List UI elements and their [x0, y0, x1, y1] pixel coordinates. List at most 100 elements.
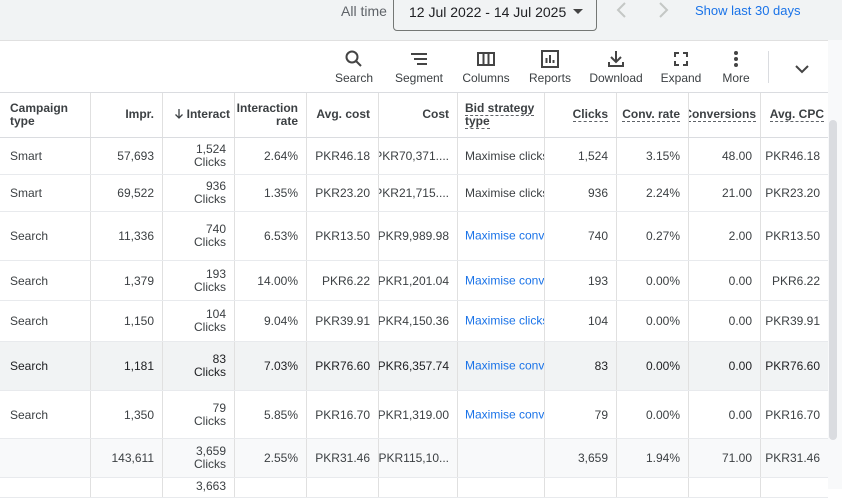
cell-bid-strategy: Maximise conversions [458, 212, 545, 260]
cell-value: Search [10, 229, 49, 243]
scrollbar-thumb[interactable] [829, 120, 837, 440]
cell-interactions: 193 Clicks [163, 261, 235, 300]
cell-campaign-type: Smart [0, 138, 91, 174]
reports-icon [541, 50, 559, 68]
cell-value: PKR46.18 [315, 149, 370, 163]
header-avg-cpc[interactable]: Avg. CPC [761, 93, 828, 137]
collapse-toolbar-button[interactable] [792, 59, 812, 84]
cell-campaign-type [0, 439, 91, 477]
bid-strategy-link[interactable]: Maximise conversions [465, 274, 544, 287]
download-button[interactable]: Download [588, 47, 644, 91]
cell-interactions: 3,663 [163, 478, 235, 497]
cell-value: PKR6,357.74 [379, 359, 449, 373]
cell-value: 48.00 [721, 149, 752, 163]
cell-avg-cpc: PKR13.50 [761, 212, 828, 260]
date-range-selector[interactable]: 12 Jul 2022 - 14 Jul 2025 [393, 0, 597, 31]
cell-conversions: 71.00 [689, 439, 761, 477]
bid-strategy-link[interactable]: Maximise conversions [465, 408, 544, 421]
bid-strategy-text: Maximise clicks [465, 186, 545, 200]
cell-value: Search [10, 314, 49, 328]
sort-descending-icon [174, 109, 183, 119]
segment-button[interactable]: Segment [392, 47, 446, 91]
next-period-button[interactable] [653, 0, 673, 22]
more-button[interactable]: More [716, 47, 756, 91]
table-row[interactable]: Search 1,181 83 Clicks 7.03% PKR76.60 PKR6,357… [0, 342, 828, 391]
cell-clicks: 1,524 [545, 138, 617, 174]
table-row[interactable]: Search 11,336 740 Clicks 6.53% PKR13.50 PKR9,9… [0, 212, 828, 261]
cell-interactions: 104 Clicks [163, 301, 235, 341]
interactions-unit: Clicks [194, 320, 226, 334]
header-impr[interactable]: Impr. [91, 93, 163, 137]
header-campaign-type[interactable]: Campaign type [0, 93, 91, 137]
cell-interactions: 79 Clicks [163, 391, 235, 438]
cell-value: 0.00% [645, 273, 680, 288]
previous-period-button[interactable] [612, 0, 632, 22]
cell-value: 7.03% [263, 359, 298, 373]
header-avg-cost[interactable]: Avg. cost [307, 93, 379, 137]
cell-bid-strategy [458, 439, 545, 477]
cell-value: 3,659 [577, 451, 608, 465]
cell-conv-rate: 1.94% [617, 439, 689, 477]
columns-button[interactable]: Columns [460, 47, 512, 91]
search-button[interactable]: Search [330, 47, 378, 91]
table-row[interactable]: Smart 69,522 936 Clicks 1.35% PKR23.20 PKR21,7… [0, 175, 828, 212]
cell-value: Search [10, 273, 49, 288]
header-clicks[interactable]: Clicks [545, 93, 617, 137]
cell-cost: PKR70,371.... [379, 138, 458, 174]
cell-conv-rate [617, 478, 689, 497]
cell-value: 6.53% [263, 229, 298, 243]
cell-value: 14.00% [257, 273, 298, 288]
bid-strategy-link[interactable]: Maximise clicks [465, 314, 544, 328]
header-interaction-rate[interactable]: Interaction rate [235, 93, 307, 137]
chevron-right-icon [659, 2, 669, 18]
cell-value: PKR1,201.04 [379, 273, 449, 288]
expand-button[interactable]: Expand [658, 47, 704, 91]
table-row[interactable]: Search 1,379 193 Clicks 14.00% PKR6.22 PKR1,20… [0, 261, 828, 301]
header-conv-rate[interactable]: Conv. rate [617, 93, 689, 137]
cell-conversions: 0.00 [689, 342, 761, 390]
interactions-unit: Clicks [194, 235, 226, 249]
download-icon [608, 51, 624, 67]
header-conversions[interactable]: Conversions [689, 93, 761, 137]
cell-clicks: 83 [545, 342, 617, 390]
cell-interaction-rate: 14.00% [235, 261, 307, 300]
table-row[interactable]: Search 1,350 79 Clicks 5.85% PKR16.70 PKR1,319… [0, 391, 828, 439]
header-interactions[interactable]: Interact [163, 93, 235, 137]
cell-value: PKR6.22 [771, 273, 820, 288]
header-bid-strategy-type[interactable]: Bid strategy type [458, 93, 545, 137]
table-row[interactable]: Smart 57,693 1,524 Clicks 2.64% PKR46.18 PKR70… [0, 138, 828, 175]
cell-value: 3.15% [645, 149, 680, 163]
expand-icon [674, 52, 688, 66]
table-row[interactable]: Search 1,150 104 Clicks 9.04% PKR39.91 PKR4,15… [0, 301, 828, 342]
cell-value: 104 Clicks [194, 308, 226, 334]
interactions-count: 3,659 [195, 444, 226, 458]
cell-clicks: 740 [545, 212, 617, 260]
show-last-30-days-link[interactable]: Show last 30 days [695, 3, 801, 18]
cell-cost: PKR21,715.... [379, 175, 458, 211]
cell-value: 0.00 [728, 314, 752, 328]
bid-strategy-link[interactable]: Maximise conversions [465, 229, 544, 243]
cell-cost: PKR9,989.98 [379, 212, 458, 260]
cell-impr [91, 478, 163, 497]
header-cost[interactable]: Cost [379, 93, 458, 137]
cell-value: PKR6.22 [321, 273, 370, 288]
cell-value: 69,522 [117, 186, 154, 200]
interactions-unit: Clicks [194, 365, 226, 379]
cell-value: PKR23.20 [765, 186, 820, 200]
cell-campaign-type: Search [0, 301, 91, 341]
total-row: 143,611 3,659 Clicks 2.55% PKR31.46 PKR115,10… [0, 439, 828, 478]
cell-avg-cost: PKR16.70 [307, 391, 379, 438]
cell-avg-cost: PKR23.20 [307, 175, 379, 211]
cell-value: PKR16.70 [765, 407, 820, 422]
cell-value: 936 [587, 186, 608, 200]
date-bar: All time 12 Jul 2022 - 14 Jul 2025 Show … [0, 0, 842, 40]
cell-value: 936 Clicks [194, 180, 226, 206]
table-toolbar: Search Segment Columns Reports Download … [0, 40, 828, 93]
cell-interaction-rate: 7.03% [235, 342, 307, 390]
cell-bid-strategy: Maximise clicks [458, 138, 545, 174]
cell-cost: PKR115,10... [379, 439, 458, 477]
reports-button[interactable]: Reports [526, 47, 574, 91]
bid-strategy-link[interactable]: Maximise conversions [465, 359, 544, 373]
cell-campaign-type: Search [0, 212, 91, 260]
cell-bid-strategy: Maximise conversions [458, 391, 545, 438]
